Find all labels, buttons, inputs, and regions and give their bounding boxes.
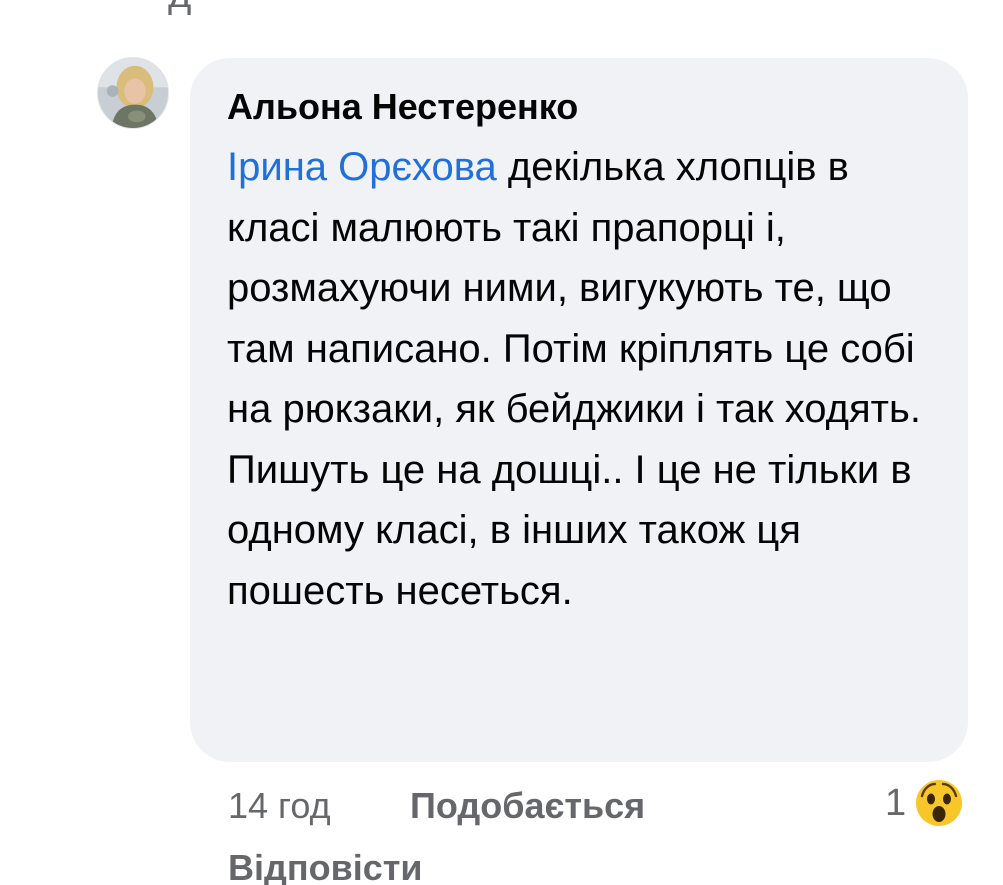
previous-comment-fragment: д bbox=[168, 0, 191, 14]
author-avatar[interactable] bbox=[97, 57, 169, 129]
comment-timestamp[interactable]: 14 год bbox=[228, 783, 331, 829]
comment-author[interactable]: Альона Нестеренко bbox=[227, 84, 934, 130]
comment-bubble: Альона Нестеренко Ірина Орєхова декілька… bbox=[190, 58, 968, 762]
user-avatar-photo-icon bbox=[98, 58, 168, 128]
reaction-count: 1 bbox=[885, 782, 907, 824]
like-button[interactable]: Подобається bbox=[410, 783, 645, 829]
reply-button[interactable]: Відповісти bbox=[228, 845, 423, 885]
comment-text: декілька хлопців в класі малюють такі пр… bbox=[227, 145, 921, 613]
mention-link[interactable]: Ірина Орєхова bbox=[227, 145, 497, 189]
wow-emoji-icon bbox=[913, 777, 966, 829]
reaction-summary[interactable]: 1 bbox=[885, 776, 966, 830]
comment-body: Ірина Орєхова декілька хлопців в класі м… bbox=[227, 137, 937, 621]
comment-thread: д Альона Нестеренко Ірина Орєхова декіль… bbox=[0, 0, 1003, 885]
